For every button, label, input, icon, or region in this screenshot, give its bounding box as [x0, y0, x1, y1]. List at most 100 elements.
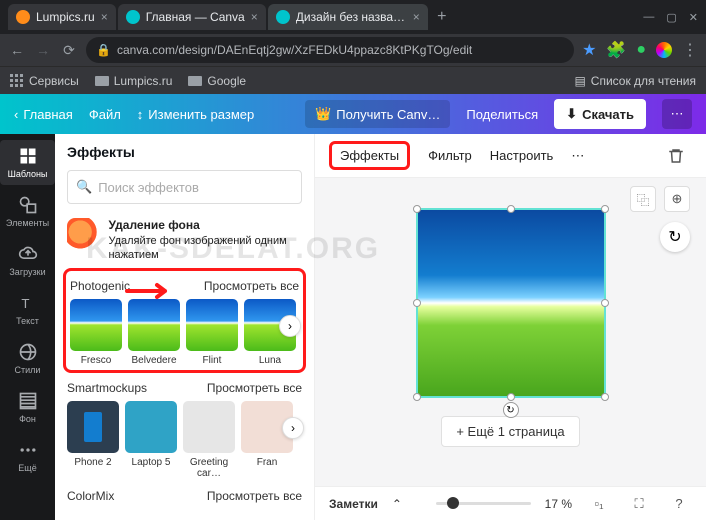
rail-text[interactable]: TТекст: [0, 287, 55, 332]
tool-filter[interactable]: Фильтр: [428, 148, 472, 163]
canva-header: ‹Главная Файл ↕Изменить размер 👑Получить…: [0, 94, 706, 134]
close-icon[interactable]: ×: [251, 10, 258, 24]
forward-icon[interactable]: →: [34, 42, 52, 58]
address-bar: ← → ⟳ 🔒 canva.com/design/DAEnEqtj2gw/XzF…: [0, 34, 706, 66]
see-all-link[interactable]: Просмотреть все: [207, 381, 302, 395]
left-rail: Шаблоны Элементы Загрузки TТекст Стили Ф…: [0, 134, 55, 520]
tool-more[interactable]: ⋯: [571, 148, 584, 164]
extensions-icon[interactable]: 🧩: [606, 40, 626, 60]
favicon: [126, 10, 140, 24]
browser-tab[interactable]: Главная — Canva ×: [118, 4, 266, 30]
minimize-icon[interactable]: —: [643, 11, 654, 24]
download-icon: ⬇: [566, 106, 577, 122]
crown-icon: 👑: [315, 106, 331, 122]
browser-tab[interactable]: Lumpics.ru ×: [8, 4, 116, 30]
tool-configure[interactable]: Настроить: [490, 148, 554, 163]
mockup-thumb[interactable]: Greeting car…: [183, 401, 235, 479]
mockup-thumb[interactable]: Phone 2: [67, 401, 119, 468]
help-button[interactable]: ?: [666, 491, 692, 517]
section-colormix: ColorMix: [67, 489, 114, 503]
search-placeholder: Поиск эффектов: [98, 180, 199, 195]
canvas-main[interactable]: ⿻ ⊕ ↻ ↻ + Ещё 1 страница: [315, 178, 706, 486]
list-icon: ▤: [574, 74, 585, 88]
fullscreen-button[interactable]: ⛶: [626, 491, 652, 517]
tab-title: Lumpics.ru: [36, 10, 95, 24]
file-menu[interactable]: Файл: [89, 107, 121, 122]
bookmarks-bar: Сервисы Lumpics.ru Google ▤Список для чт…: [0, 66, 706, 94]
close-icon[interactable]: ×: [413, 10, 420, 24]
svg-text:T: T: [21, 296, 29, 311]
see-all-link[interactable]: Просмотреть все: [207, 489, 302, 503]
remove-background-card[interactable]: Удаление фона Удаляйте фон изображений о…: [67, 214, 302, 272]
back-icon[interactable]: ←: [8, 42, 26, 58]
resize-icon: ↕: [137, 107, 144, 122]
rail-more[interactable]: Ещё: [0, 434, 55, 479]
sync-icon: ↻: [668, 227, 681, 247]
rail-styles[interactable]: Стили: [0, 336, 55, 381]
mockup-thumb[interactable]: Laptop 5: [125, 401, 177, 468]
effect-thumb[interactable]: Fresco: [70, 299, 122, 366]
highlight-box: Photogenic Просмотреть все Fresco Belved…: [63, 268, 306, 373]
download-button[interactable]: ⬇Скачать: [554, 99, 646, 129]
duplicate-page-button[interactable]: ⿻: [630, 186, 656, 212]
delete-button[interactable]: [660, 140, 692, 172]
status-bar: Заметки ⌃ 17 % ▫₁ ⛶ ?: [315, 486, 706, 520]
zoom-slider[interactable]: [436, 502, 531, 505]
workspace: Шаблоны Элементы Загрузки TТекст Стили Ф…: [0, 134, 706, 520]
apps-bookmark[interactable]: Сервисы: [10, 74, 79, 88]
effect-thumb[interactable]: Flint: [186, 299, 238, 366]
more-menu[interactable]: ⋯: [662, 99, 692, 129]
tool-effects[interactable]: Эффекты: [329, 141, 410, 170]
rail-templates[interactable]: Шаблоны: [0, 140, 55, 185]
share-button[interactable]: Поделиться: [466, 107, 538, 122]
reload-icon[interactable]: ⟳: [60, 42, 78, 59]
bookmark[interactable]: Google: [188, 74, 246, 88]
rail-elements[interactable]: Элементы: [0, 189, 55, 234]
browser-titlebar: Lumpics.ru × Главная — Canva × Дизайн бе…: [0, 0, 706, 34]
canvas-area: Эффекты Фильтр Настроить ⋯ ⿻ ⊕ ↻ ↻ + Ещё…: [315, 134, 706, 520]
see-all-link[interactable]: Просмотреть все: [204, 279, 299, 293]
scroll-right-button[interactable]: ›: [282, 417, 304, 439]
scroll-right-button[interactable]: ›: [279, 315, 301, 337]
rail-background[interactable]: Фон: [0, 385, 55, 430]
rail-uploads[interactable]: Загрузки: [0, 238, 55, 283]
add-page-text-button[interactable]: + Ещё 1 страница: [441, 416, 579, 447]
section-photogenic: Photogenic: [70, 279, 130, 293]
add-page-button[interactable]: ⊕: [664, 186, 690, 212]
url-bar[interactable]: 🔒 canva.com/design/DAEnEqtj2gw/XzFEDkU4p…: [86, 37, 574, 63]
profile-icon[interactable]: [656, 42, 672, 58]
bookmark[interactable]: Lumpics.ru: [95, 74, 173, 88]
tab-title: Дизайн без названия — 1481: [296, 10, 407, 24]
get-canva-button[interactable]: 👑Получить Canv…: [305, 100, 450, 128]
sync-button[interactable]: ↻: [660, 222, 690, 252]
effects-panel: Эффекты 🔍 Поиск эффектов Удаление фона У…: [55, 134, 315, 520]
ext-icon[interactable]: ●: [636, 41, 646, 59]
close-window-icon[interactable]: ✕: [689, 11, 698, 24]
browser-tab-active[interactable]: Дизайн без названия — 1481 ×: [268, 4, 428, 30]
home-button[interactable]: ‹Главная: [14, 107, 73, 122]
new-tab-button[interactable]: +: [430, 8, 454, 26]
chevron-up-icon[interactable]: ⌃: [392, 497, 402, 511]
menu-icon[interactable]: ⋮: [682, 40, 698, 60]
lock-icon: 🔒: [96, 43, 111, 57]
search-effects-input[interactable]: 🔍 Поиск эффектов: [67, 170, 302, 204]
canvas-toolbar: Эффекты Фильтр Настроить ⋯: [315, 134, 706, 178]
notes-button[interactable]: Заметки: [329, 497, 378, 511]
selected-image[interactable]: ↻: [416, 208, 606, 398]
close-icon[interactable]: ×: [101, 10, 108, 24]
effect-thumb[interactable]: Belvedere: [128, 299, 180, 366]
favicon: [16, 10, 30, 24]
zoom-value: 17 %: [545, 497, 572, 511]
rotate-handle[interactable]: ↻: [503, 402, 519, 418]
star-icon[interactable]: ★: [582, 40, 596, 60]
maximize-icon[interactable]: ▢: [666, 11, 676, 24]
window-controls: — ▢ ✕: [643, 11, 698, 24]
panel-title: Эффекты: [67, 144, 302, 160]
remove-bg-thumb: [67, 218, 100, 258]
apps-icon: [10, 74, 24, 88]
reading-list[interactable]: ▤Список для чтения: [574, 74, 696, 88]
page-view-button[interactable]: ▫₁: [586, 491, 612, 517]
url-text: canva.com/design/DAEnEqtj2gw/XzFEDkU4ppa…: [117, 43, 472, 57]
folder-icon: [188, 76, 202, 86]
resize-button[interactable]: ↕Изменить размер: [137, 107, 254, 122]
